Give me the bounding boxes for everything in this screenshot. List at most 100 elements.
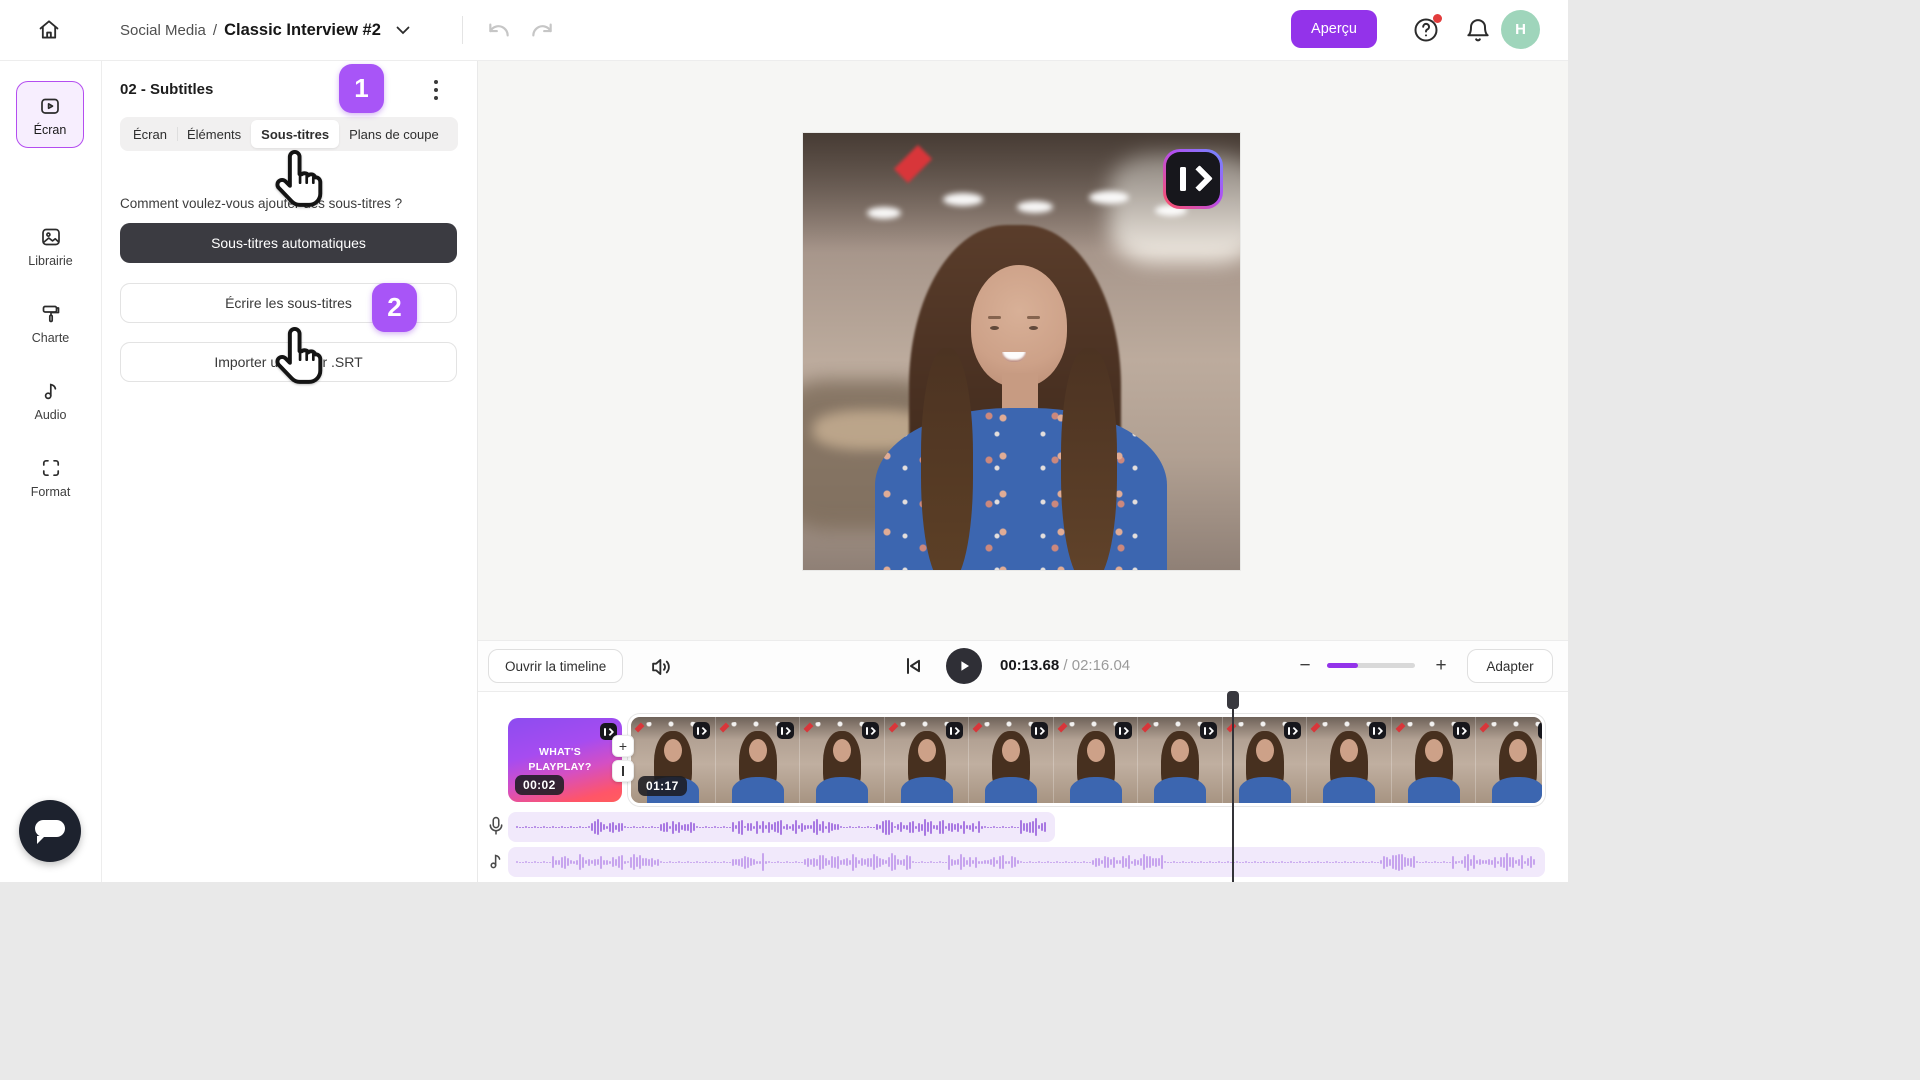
auto-subtitles-button[interactable]: Sous-titres automatiques xyxy=(120,223,457,263)
clip-duration-badge: 01:17 xyxy=(638,776,687,796)
sidebar-item-label: Audio xyxy=(35,408,67,422)
video-thumbnail xyxy=(969,717,1054,803)
playplay-logo xyxy=(1163,149,1223,209)
notification-dot xyxy=(1433,14,1442,23)
clip-thumbnails xyxy=(631,717,1542,803)
skip-to-start-icon xyxy=(901,654,925,678)
video-thumbnail xyxy=(716,717,801,803)
screen-settings-panel: 02 - Subtitles Écran Éléments Sous-titre… xyxy=(101,60,478,882)
timeline: WHAT'S PLAYPLAY? P 00:02 + 01:17 xyxy=(477,691,1568,882)
voice-waveform[interactable] xyxy=(508,812,1055,842)
music-track xyxy=(477,847,1568,877)
tab-plans-de-coupe[interactable]: Plans de coupe xyxy=(339,120,449,148)
sidebar-item-label: Librairie xyxy=(28,254,72,268)
sidebar-item-audio[interactable]: Audio xyxy=(0,379,101,422)
open-timeline-button[interactable]: Ouvrir la timeline xyxy=(488,649,623,683)
skip-to-start-button[interactable] xyxy=(901,654,925,678)
screen-icon xyxy=(38,94,62,118)
video-thumbnail xyxy=(1392,717,1477,803)
chevron-down-icon[interactable] xyxy=(396,26,410,35)
redo-icon xyxy=(529,17,555,43)
playhead[interactable] xyxy=(1226,691,1240,882)
project-title[interactable]: Classic Interview #2 xyxy=(224,21,381,40)
playhead-line xyxy=(1232,700,1234,882)
tab-elements[interactable]: Éléments xyxy=(177,120,251,148)
undo-icon xyxy=(486,17,512,43)
tab-ecran[interactable]: Écran xyxy=(123,120,177,148)
fit-button[interactable]: Adapter xyxy=(1467,649,1553,683)
topbar: Social Media / Classic Interview #2 Aper… xyxy=(0,0,1568,61)
redo-button[interactable] xyxy=(529,17,555,43)
video-thumbnail xyxy=(800,717,885,803)
playplay-video-editor: Social Media / Classic Interview #2 Aper… xyxy=(0,0,1568,882)
timeline-clip-title-card[interactable]: WHAT'S PLAYPLAY? P 00:02 xyxy=(508,718,622,802)
help-button[interactable] xyxy=(1412,16,1440,44)
panel-tabs: Écran Éléments Sous-titres Plans de coup… xyxy=(120,117,458,151)
chat-bubble-icon xyxy=(35,820,65,837)
music-note-icon xyxy=(485,850,507,872)
undo-button[interactable] xyxy=(486,17,512,43)
sidebar-item-ecran[interactable]: Écran xyxy=(16,81,84,148)
add-clip-button[interactable]: + xyxy=(612,735,634,757)
step-badge-2: 2 xyxy=(372,283,417,332)
sidebar-item-charte[interactable]: Charte xyxy=(0,302,101,345)
library-icon xyxy=(39,225,63,249)
preview-button[interactable]: Aperçu xyxy=(1291,10,1377,48)
hand-cursor-icon xyxy=(272,325,326,393)
player-bar: Ouvrir la timeline 00:13.68 / 02:16.04 −… xyxy=(477,640,1568,692)
clip-title-text: WHAT'S PLAYPLAY? xyxy=(508,745,612,775)
video-preview[interactable] xyxy=(803,133,1240,570)
video-thumbnail xyxy=(1476,717,1545,803)
breadcrumb-separator: / xyxy=(213,22,217,39)
video-thumbnail xyxy=(1138,717,1223,803)
video-thumbnail xyxy=(885,717,970,803)
current-time: 00:13.68 xyxy=(1000,657,1059,674)
video-thumbnail xyxy=(1054,717,1139,803)
hand-cursor-icon xyxy=(272,148,326,216)
insert-clip-controls: + xyxy=(612,735,636,782)
play-icon xyxy=(956,658,972,674)
zoom-in-button[interactable]: + xyxy=(1429,653,1453,679)
screen-title: 02 - Subtitles xyxy=(120,81,213,98)
breadcrumb[interactable]: Social Media / Classic Interview #2 xyxy=(120,0,410,60)
sidebar-item-label: Charte xyxy=(32,331,70,345)
timeline-zoom-slider[interactable] xyxy=(1327,663,1415,668)
topbar-divider xyxy=(462,16,463,44)
timeline-clip-video[interactable]: 01:17 xyxy=(628,714,1545,806)
home-icon xyxy=(36,17,62,43)
time-display: 00:13.68 / 02:16.04 xyxy=(1000,657,1130,674)
sidebar-item-librairie[interactable]: Librairie xyxy=(0,225,101,268)
clip-duration-badge: 00:02 xyxy=(515,775,564,795)
breadcrumb-folder[interactable]: Social Media xyxy=(120,22,206,39)
avatar[interactable]: H xyxy=(1501,10,1540,49)
microphone-icon xyxy=(485,815,507,837)
subject-shirt xyxy=(875,408,1167,570)
bell-icon xyxy=(1464,16,1492,44)
zoom-out-button[interactable]: − xyxy=(1293,653,1317,679)
total-time: 02:16.04 xyxy=(1072,657,1130,674)
preview-canvas xyxy=(477,60,1568,640)
sidebar-item-label: Écran xyxy=(34,123,67,137)
music-waveform[interactable] xyxy=(508,847,1545,877)
volume-button[interactable] xyxy=(649,654,675,680)
music-note-icon xyxy=(39,379,63,403)
speaker-icon xyxy=(649,654,675,680)
left-rail: Écran Librairie Charte Audio Format xyxy=(0,60,102,882)
home-button[interactable] xyxy=(36,15,66,45)
subject-face xyxy=(971,265,1067,387)
video-thumbnail xyxy=(1307,717,1392,803)
notifications-button[interactable] xyxy=(1464,16,1492,44)
screen-options-button[interactable] xyxy=(425,78,447,102)
sidebar-item-format[interactable]: Format xyxy=(0,456,101,499)
brand-kit-icon xyxy=(39,302,63,326)
play-button[interactable] xyxy=(946,648,982,684)
zoom-slider-fill xyxy=(1327,663,1358,668)
tab-sous-titres[interactable]: Sous-titres xyxy=(251,120,339,148)
playhead-handle[interactable] xyxy=(1227,691,1239,709)
sidebar-item-label: Format xyxy=(31,485,71,499)
split-clip-button[interactable] xyxy=(612,760,634,782)
step-badge-1: 1 xyxy=(339,64,384,113)
voice-track xyxy=(477,812,1568,842)
format-icon xyxy=(39,456,63,480)
chat-widget-button[interactable] xyxy=(19,800,81,862)
